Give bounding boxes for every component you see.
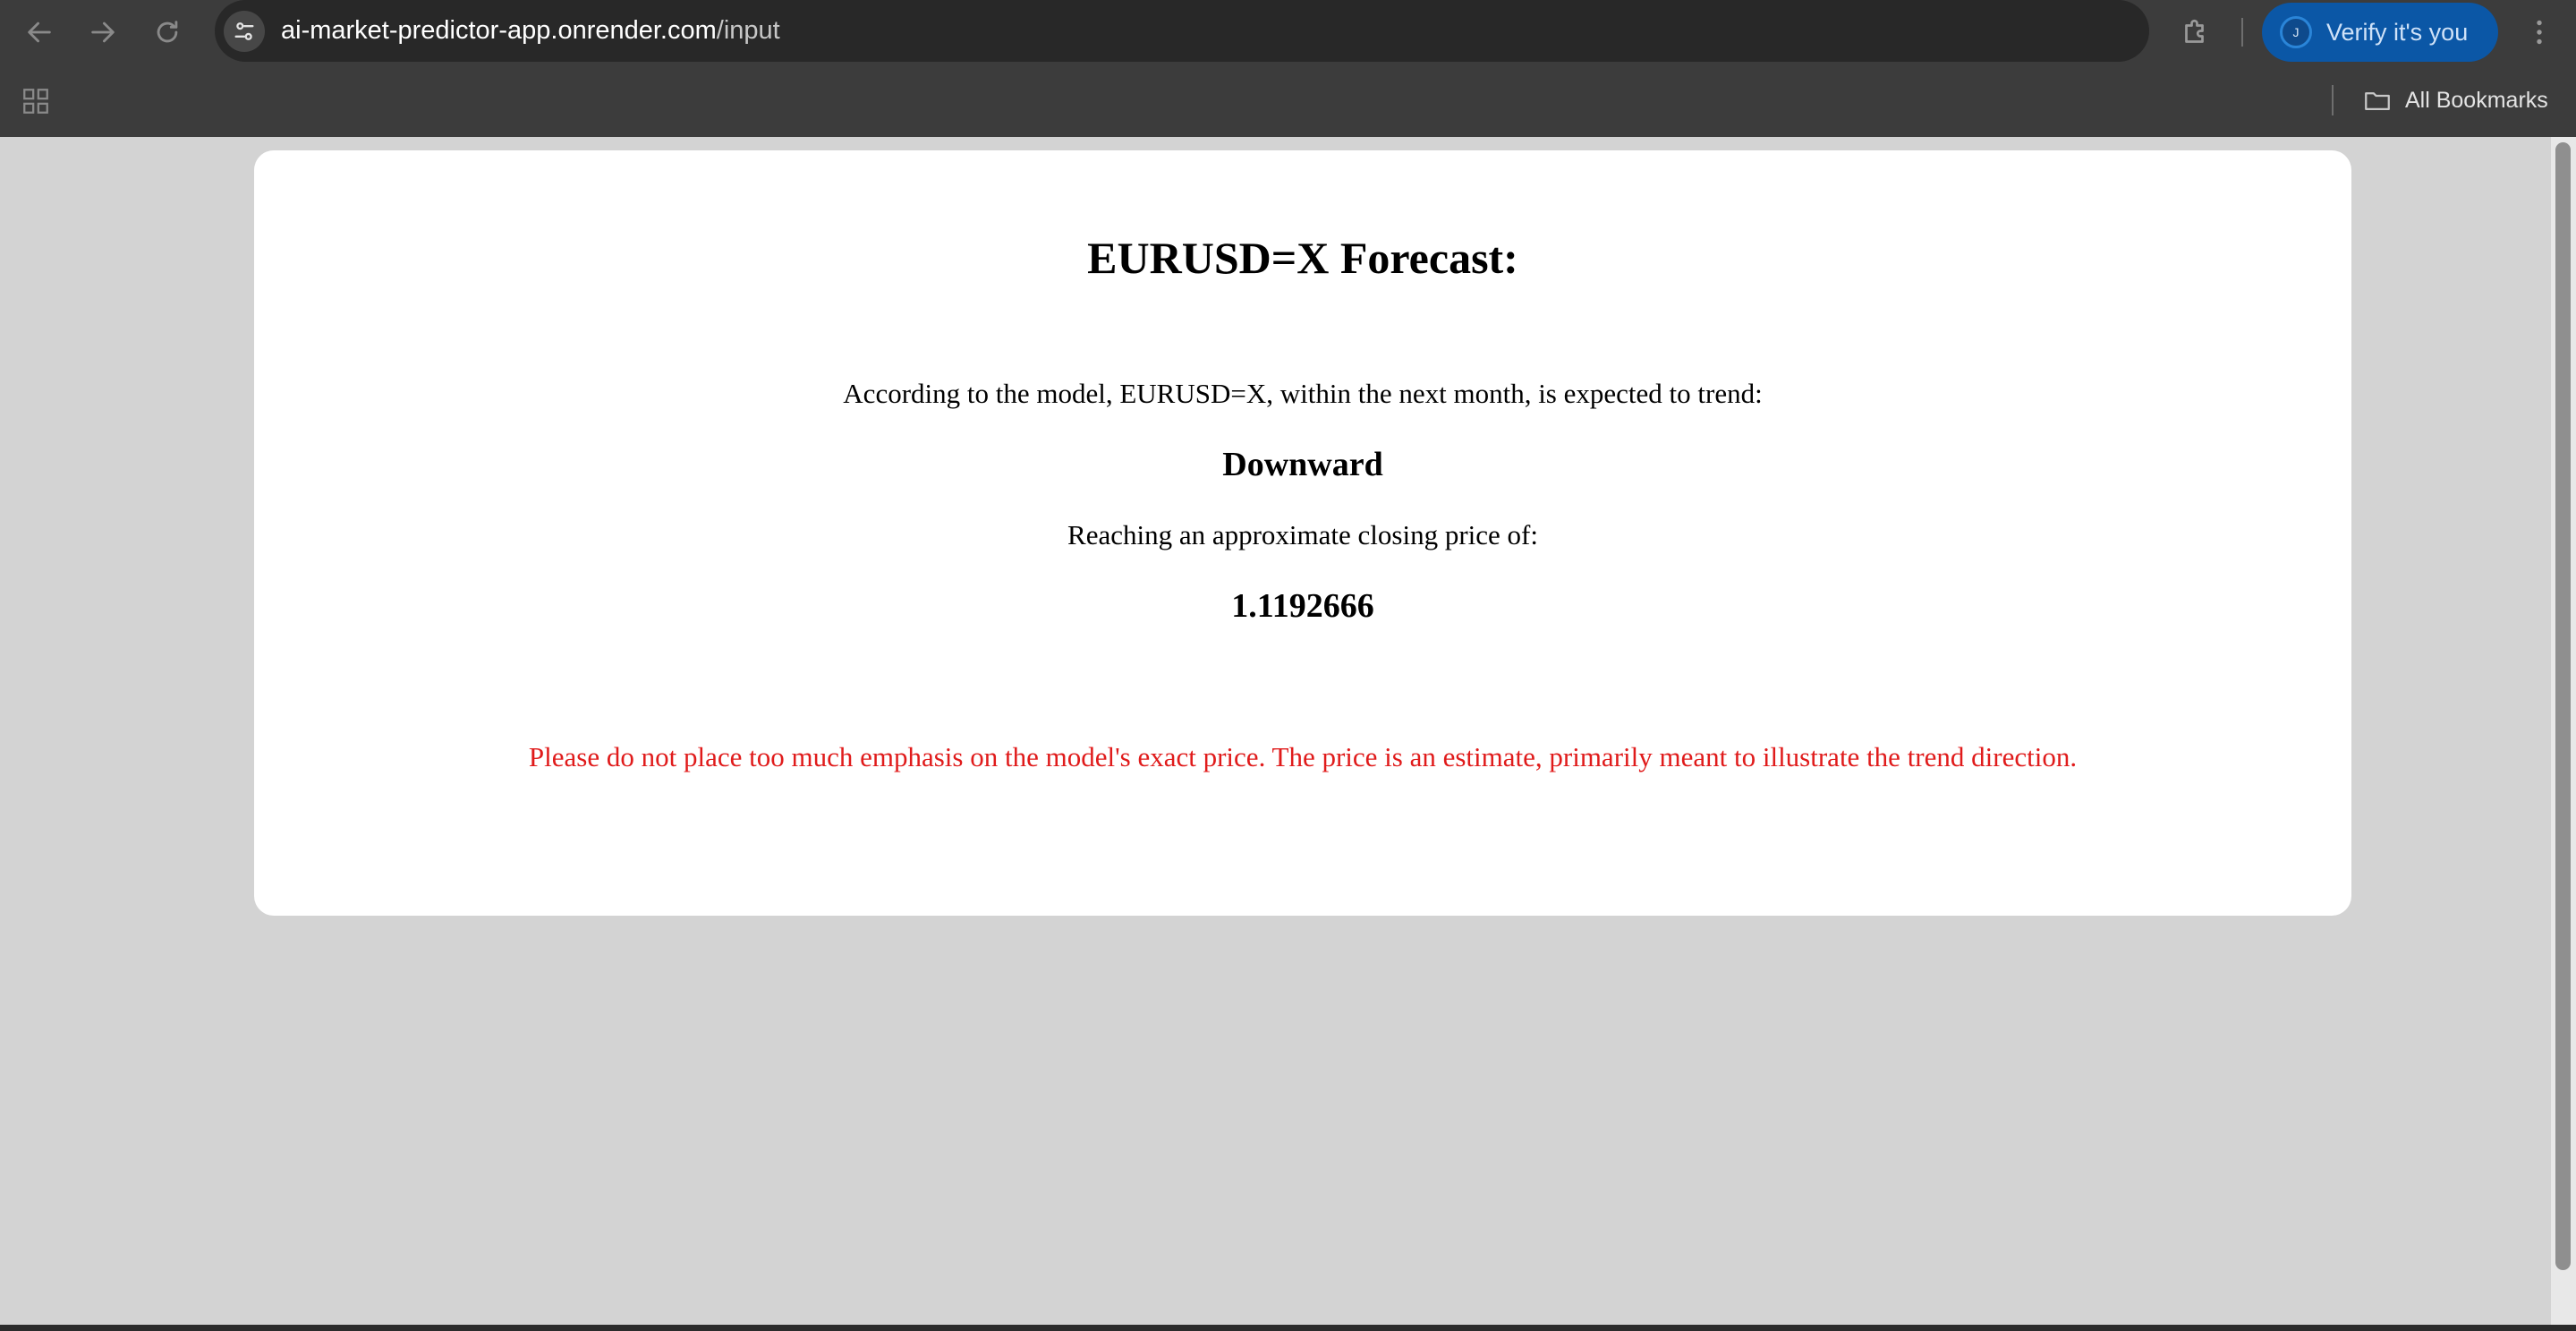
scrollbar-thumb[interactable] bbox=[2555, 142, 2571, 1270]
tune-icon bbox=[234, 22, 254, 40]
forecast-card: EURUSD=X Forecast: According to the mode… bbox=[254, 150, 2351, 916]
bookmarks-separator bbox=[2332, 85, 2334, 115]
folder-icon bbox=[2365, 92, 2390, 111]
price-intro-text: Reaching an approximate closing price of… bbox=[1067, 519, 1538, 550]
verify-identity-button[interactable]: J Verify it's you bbox=[2262, 3, 2498, 62]
page-title: EURUSD=X Forecast: bbox=[1087, 233, 1518, 283]
puzzle-icon bbox=[2185, 19, 2204, 43]
apps-grid-icon bbox=[23, 89, 48, 114]
window-bottom-edge bbox=[0, 1325, 2576, 1331]
verify-label: Verify it's you bbox=[2326, 19, 2469, 46]
trend-value: Downward bbox=[1222, 446, 1383, 483]
reload-icon bbox=[157, 21, 178, 43]
address-bar[interactable]: ai-market-predictor-app.onrender.com/inp… bbox=[215, 0, 2332, 62]
all-bookmarks-label: All Bookmarks bbox=[2405, 87, 2548, 113]
bookmarks-bar: All Bookmarks bbox=[0, 65, 2576, 137]
site-info-button[interactable] bbox=[224, 11, 265, 52]
kebab-menu-icon bbox=[2537, 20, 2542, 45]
avatar: J bbox=[2280, 16, 2312, 48]
vertical-scrollbar[interactable] bbox=[2551, 137, 2576, 1325]
back-button[interactable] bbox=[20, 13, 59, 52]
page-viewport: EURUSD=X Forecast: According to the mode… bbox=[0, 137, 2576, 1325]
disclaimer-text: Please do not place too much emphasis on… bbox=[528, 741, 2078, 772]
all-bookmarks-button[interactable]: All Bookmarks bbox=[2362, 80, 2548, 121]
extensions-button[interactable] bbox=[2176, 13, 2215, 52]
reload-button[interactable] bbox=[148, 13, 187, 52]
url-path: /input bbox=[716, 16, 780, 45]
url-host: ai-market-predictor-app.onrender.com bbox=[281, 16, 717, 45]
forward-button[interactable] bbox=[83, 13, 123, 52]
arrow-left-icon bbox=[28, 21, 51, 43]
url-text[interactable]: ai-market-predictor-app.onrender.com/inp… bbox=[281, 0, 780, 62]
apps-button[interactable] bbox=[18, 83, 54, 119]
price-value: 1.1192666 bbox=[1231, 587, 1374, 625]
browser-toolbar: ai-market-predictor-app.onrender.com/inp… bbox=[0, 0, 2576, 65]
arrow-right-icon bbox=[91, 21, 115, 43]
browser-menu-button[interactable] bbox=[2520, 13, 2559, 52]
trend-intro-text: According to the model, EURUSD=X, within… bbox=[843, 378, 1763, 409]
toolbar-separator bbox=[2241, 18, 2243, 47]
